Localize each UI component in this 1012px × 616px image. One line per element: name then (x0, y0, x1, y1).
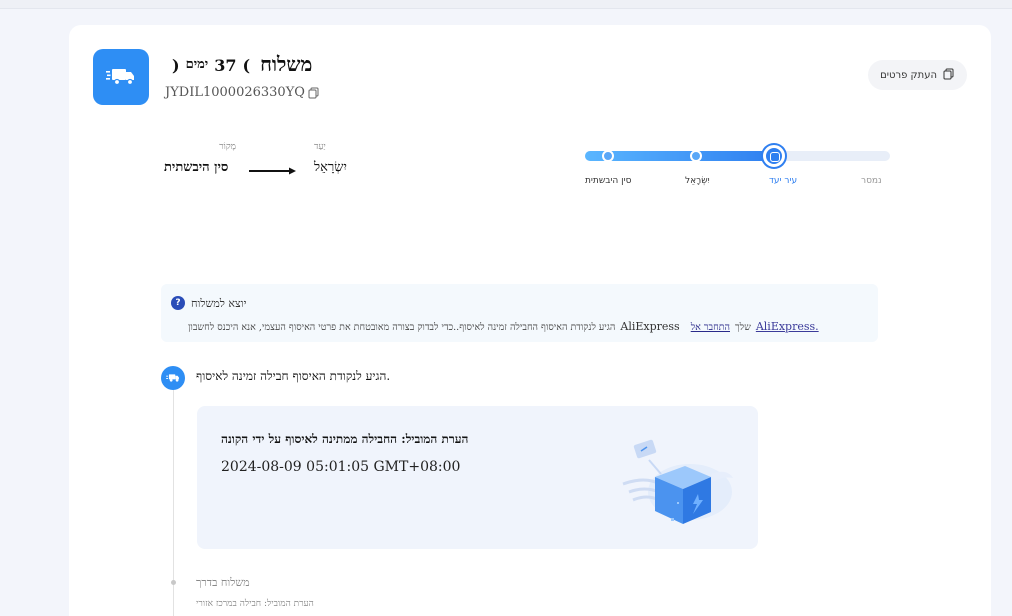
stage-dot-origin (602, 150, 614, 162)
origin-value: סין היבשתית (164, 160, 229, 175)
destination-value: יִשְׂרָאֵל (314, 160, 347, 175)
days-number: 37 (214, 56, 237, 75)
next-event-title: משלוח בדרך (196, 576, 250, 589)
carrier-note: הערת המוביל: החבילה ממתינה לאיסוף על ידי… (221, 432, 469, 446)
shipment-progress: סין היבשתית יִשְׂרָאֵל עיר יעד נמסר (585, 145, 893, 195)
copy-icon[interactable] (308, 87, 320, 99)
event-title: הגיע לנקודת האיסוף חבילה זמינה לאיסוף. (196, 369, 391, 383)
title-row: ) ימים 37 ( משלוח (172, 52, 312, 77)
connect-link[interactable]: התחבר אל (691, 322, 730, 333)
stage-label-delivered: נמסר (861, 176, 882, 186)
event-timestamp: 2024-08-09 05:01:05 GMT+08:00 (221, 459, 461, 475)
aliexpress-link[interactable]: AliExpress. (756, 320, 819, 333)
next-event-note: הערת המוביל: חבילה במרכז אזורי (196, 599, 314, 609)
top-bar (0, 0, 1012, 9)
notice-brand: AliExpress (620, 320, 680, 333)
days-word: ימים (185, 57, 209, 72)
origin-label: מָקוֹר (219, 142, 236, 152)
event-detail-card: הערת המוביל: החבילה ממתינה לאיסוף על ידי… (197, 406, 758, 549)
notice-your: שלך (735, 322, 751, 333)
stage-dot-current (763, 145, 785, 167)
paren-close: ) (172, 56, 180, 75)
destination-label: יַעַד (314, 142, 326, 152)
shipment-header-card: ) ימים 37 ( משלוח JYDIL1000026330YQ העתק… (69, 25, 991, 238)
tracking-number-row: JYDIL1000026330YQ (165, 85, 320, 100)
tracking-number: JYDIL1000026330YQ (165, 85, 305, 100)
stage-label-origin: סין היבשתית (585, 176, 632, 186)
copy-icon (943, 68, 955, 83)
paren-open: ( (242, 56, 251, 75)
copy-details-button[interactable]: העתק פרטים (868, 60, 967, 90)
notice-text: הגיע לנקודת האיסוף החבילה זמינה לאיסוף..… (188, 322, 616, 333)
days-counter: ) ימים 37 ( (172, 56, 250, 75)
notice-header: ? יוצא למשלוח (171, 296, 246, 310)
stage-label-current: עיר יעד (769, 176, 798, 186)
truck-icon (93, 49, 149, 105)
copy-details-label: העתק פרטים (880, 69, 937, 81)
truck-icon (161, 366, 185, 390)
route-summary: מָקוֹר סין היבשתית יַעַד יִשְׂרָאֵל (164, 141, 364, 181)
notice-title: יוצא למשלוח (191, 296, 247, 310)
notice-body: הגיע לנקודת האיסוף החבילה זמינה לאיסוף..… (188, 320, 819, 333)
tracking-details: ? יוצא למשלוח הגיע לנקודת האיסוף החבילה … (69, 238, 991, 616)
question-icon[interactable]: ? (171, 296, 185, 310)
arrow-right-icon (249, 167, 296, 175)
timeline-dot (171, 580, 176, 585)
stage-dot-country (690, 150, 702, 162)
pickup-notice: ? יוצא למשלוח הגיע לנקודת האיסוף החבילה … (161, 284, 878, 342)
page-title: משלוח (260, 52, 313, 76)
package-illustration-icon (622, 439, 733, 524)
stage-label-country: יִשְׂרָאֵל (685, 176, 710, 186)
